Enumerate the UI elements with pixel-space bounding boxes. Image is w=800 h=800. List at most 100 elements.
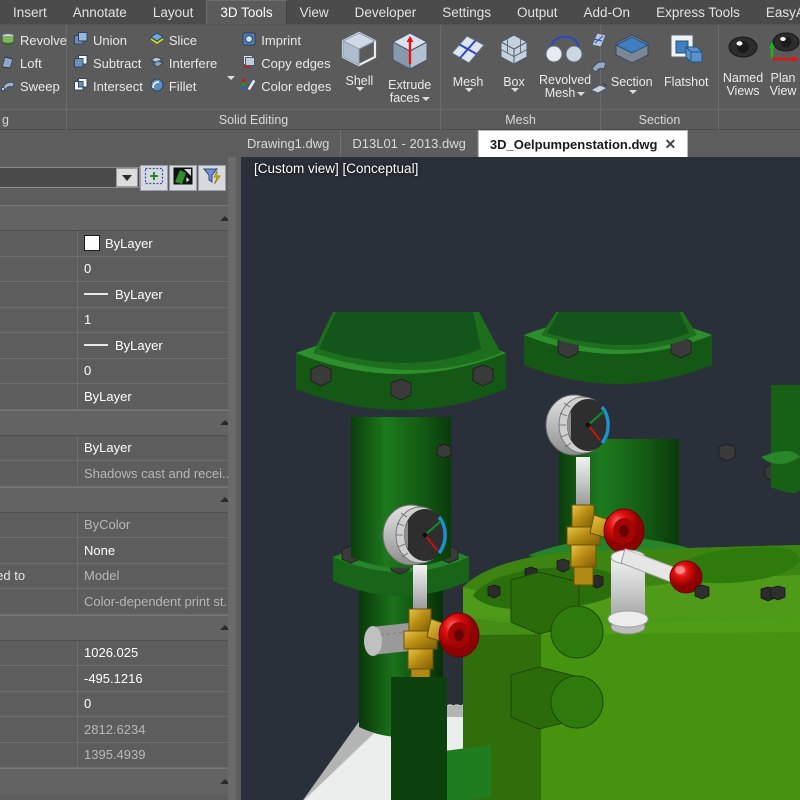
property-value[interactable]: 1	[78, 308, 236, 333]
mesh-panel-title: Mesh	[441, 109, 600, 130]
property-value[interactable]: 1026.025	[78, 641, 236, 666]
union-button[interactable]: Union	[71, 29, 147, 52]
sweep-button[interactable]: Sweep	[0, 75, 71, 98]
loft-button[interactable]: Loft	[0, 52, 71, 75]
pickadd-toggle-button[interactable]	[169, 165, 197, 191]
property-row[interactable]: 1026.025	[0, 641, 236, 667]
chevron-down-icon[interactable]	[577, 92, 585, 96]
imprint-button[interactable]: Imprint	[239, 29, 335, 52]
property-row[interactable]: play Shadows cast and recei...	[0, 461, 236, 487]
ribbon-tab-view[interactable]: View	[287, 0, 342, 24]
plan-view-label2: View	[770, 85, 797, 98]
property-value[interactable]: 0	[78, 257, 236, 282]
ribbon-tab-settings[interactable]: Settings	[429, 0, 504, 24]
property-value[interactable]: -495.1216	[78, 666, 236, 691]
drawing-viewport[interactable]: [Custom view] [Conceptual]	[241, 157, 800, 800]
property-value[interactable]: 0	[78, 359, 236, 384]
interfere-button[interactable]: Interfere	[147, 52, 221, 75]
named-views-button[interactable]: Named Views	[723, 29, 763, 98]
shell-button[interactable]: Shell	[337, 28, 381, 91]
properties-section-header[interactable]	[0, 615, 236, 641]
property-value[interactable]: Model	[78, 564, 236, 589]
property-value[interactable]: ByLayer	[78, 436, 236, 461]
property-row[interactable]: 0	[0, 359, 236, 385]
property-row[interactable]: 0	[0, 692, 236, 718]
solid-editing-col2-more[interactable]	[221, 28, 239, 90]
ribbon-tab-express-tools[interactable]: Express Tools	[643, 0, 753, 24]
shell-icon	[339, 30, 379, 73]
property-value[interactable]: None	[78, 538, 236, 563]
close-icon[interactable]: ✕	[664, 137, 676, 151]
properties-section-header[interactable]	[0, 487, 236, 513]
flatshot-button[interactable]: Flatshot	[659, 29, 714, 89]
property-value[interactable]: ByLayer	[78, 384, 236, 409]
property-row[interactable]: ByLayer	[0, 333, 236, 359]
property-row[interactable]: pe Color-dependent print st...	[0, 589, 236, 615]
properties-toolbar	[0, 161, 236, 199]
ribbon-tab-add-on[interactable]: Add-On	[571, 0, 644, 24]
property-row[interactable]: ByLayer	[0, 436, 236, 462]
intersect-button[interactable]: Intersect	[71, 75, 147, 98]
fillet-button[interactable]: Fillet	[147, 75, 221, 98]
ribbon-tab-output[interactable]: Output	[504, 0, 571, 24]
revolved-mesh-button[interactable]: Revolved Mesh	[537, 29, 593, 100]
property-row[interactable]: ByColor	[0, 513, 236, 539]
property-value[interactable]: ByLayer	[78, 231, 236, 256]
ribbon-tab-layout[interactable]: Layout	[140, 0, 207, 24]
property-row[interactable]: -495.1216	[0, 666, 236, 692]
properties-section-header[interactable]	[0, 768, 236, 794]
properties-section-header[interactable]	[0, 205, 236, 231]
property-row[interactable]: 2812.6234	[0, 717, 236, 743]
property-value[interactable]: ByLayer	[78, 333, 236, 358]
ribbon-tab-3d-tools[interactable]: 3D Tools	[206, 0, 286, 24]
document-tab-bar: Drawing1.dwg D13L01 - 2013.dwg 3D_Oelpum…	[0, 130, 800, 157]
object-type-combo[interactable]	[0, 167, 140, 188]
property-value[interactable]: 0	[78, 692, 236, 717]
property-row[interactable]: 1395.4939	[0, 743, 236, 769]
property-row[interactable]: ByLayer	[0, 282, 236, 308]
ribbon-tab-insert[interactable]: Insert	[0, 0, 60, 24]
chevron-down-icon[interactable]	[116, 168, 138, 187]
property-row[interactable]: ByLayer	[0, 231, 236, 257]
chevron-down-icon[interactable]	[356, 87, 364, 91]
mesh-box-button[interactable]: Box	[491, 29, 537, 92]
ribbon-tab-developer[interactable]: Developer	[342, 0, 430, 24]
property-row[interactable]: ble None	[0, 538, 236, 564]
autocad-window: Insert Annotate Layout 3D Tools View Dev…	[0, 0, 800, 800]
properties-section-header[interactable]: ion	[0, 410, 236, 436]
property-row[interactable]: cy ByLayer	[0, 384, 236, 410]
quick-select-button[interactable]	[198, 165, 226, 191]
ribbon-tab-easyarch3d[interactable]: EasyArch3D	[753, 0, 800, 24]
property-row[interactable]: 0	[0, 257, 236, 283]
property-name	[0, 333, 78, 358]
property-value[interactable]: ByLayer	[78, 282, 236, 307]
section-plane-button[interactable]: Section	[605, 29, 659, 94]
union-label: Union	[93, 34, 127, 47]
chevron-down-icon[interactable]	[465, 88, 473, 92]
subtract-button[interactable]: Subtract	[71, 52, 147, 75]
document-tab-oelpumpenstation[interactable]: 3D_Oelpumpenstation.dwg ✕	[478, 130, 688, 157]
property-value[interactable]: Shadows cast and recei...	[78, 461, 236, 486]
plan-view-button[interactable]: Plan View	[763, 29, 800, 98]
revolve-button[interactable]: Revolve	[0, 29, 71, 52]
property-value[interactable]: ByColor	[78, 513, 236, 538]
ribbon-tab-annotate[interactable]: Annotate	[60, 0, 140, 24]
property-value[interactable]: 2812.6234	[78, 717, 236, 742]
document-tab-drawing1[interactable]: Drawing1.dwg	[236, 130, 341, 157]
property-row[interactable]: ale 1	[0, 308, 236, 334]
chevron-down-icon[interactable]	[511, 88, 519, 92]
select-objects-button[interactable]	[140, 165, 168, 191]
document-tab-d13l01[interactable]: D13L01 - 2013.dwg	[341, 130, 477, 157]
property-value[interactable]: 1395.4939	[78, 743, 236, 768]
chevron-down-icon[interactable]	[422, 97, 430, 101]
color-edges-button[interactable]: Color edges	[239, 75, 335, 98]
palette-viewport-divider[interactable]	[228, 157, 236, 800]
copy-edges-button[interactable]: Copy edges	[239, 52, 335, 75]
extrude-faces-button[interactable]: Extrude faces	[383, 28, 436, 105]
property-row[interactable]: ttached to Model	[0, 564, 236, 590]
slice-button[interactable]: Slice	[147, 29, 221, 52]
viewport-view-label[interactable]: [Custom view] [Conceptual]	[254, 161, 418, 176]
mesh-button[interactable]: Mesh	[445, 29, 491, 92]
chevron-down-icon[interactable]	[629, 90, 637, 94]
property-value[interactable]: Color-dependent print st...	[78, 589, 236, 614]
